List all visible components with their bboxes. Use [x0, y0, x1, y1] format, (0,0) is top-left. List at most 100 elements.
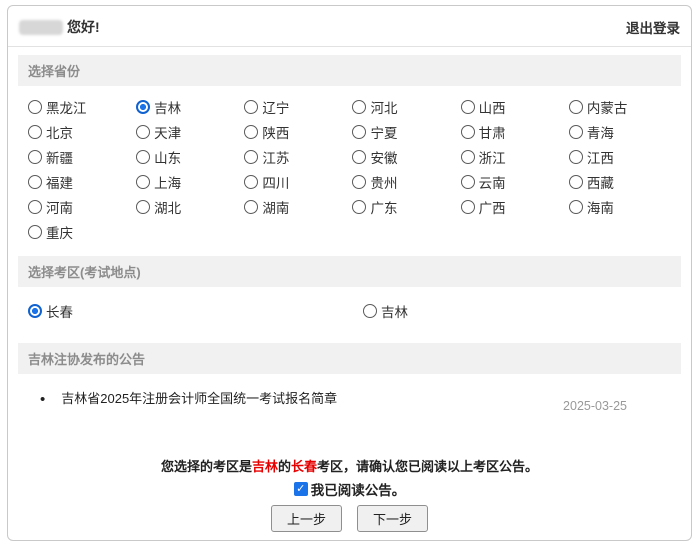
confirm-suffix: 考区，请确认您已阅读以上考区公告。: [317, 459, 538, 474]
radio-selected-icon[interactable]: [136, 100, 150, 114]
radio-icon[interactable]: [136, 125, 150, 139]
logout-link[interactable]: 退出登录: [626, 17, 680, 37]
radio-icon[interactable]: [244, 175, 258, 189]
user-greeting: 您好!: [19, 17, 100, 37]
province-option-label: 安徽: [370, 147, 397, 167]
next-step-button[interactable]: 下一步: [357, 505, 428, 532]
registration-card: 您好! 退出登录 选择省份 黑龙江吉林辽宁河北山西内蒙古北京天津陕西宁夏甘肃青海…: [7, 5, 692, 541]
province-option-label: 内蒙古: [587, 97, 628, 117]
radio-icon[interactable]: [569, 100, 583, 114]
radio-icon[interactable]: [244, 125, 258, 139]
footer-controls: 您选择的考区是吉林的长春考区，请确认您已阅读以上考区公告。 ✓ 我已阅读公告。 …: [8, 456, 691, 532]
radio-icon[interactable]: [461, 150, 475, 164]
province-option-18[interactable]: 福建: [28, 170, 136, 194]
province-option-label: 吉林: [154, 97, 181, 117]
province-option-14[interactable]: 江苏: [244, 145, 352, 169]
province-option-label: 广西: [479, 197, 506, 217]
radio-icon[interactable]: [136, 175, 150, 189]
province-option-20[interactable]: 四川: [244, 170, 352, 194]
province-option-2[interactable]: 辽宁: [244, 95, 352, 119]
province-option-label: 海南: [587, 197, 614, 217]
announcement-link[interactable]: 吉林省2025年注册会计师全国统一考试报名简章: [61, 391, 337, 408]
radio-icon[interactable]: [28, 175, 42, 189]
radio-icon[interactable]: [28, 125, 42, 139]
province-option-15[interactable]: 安徽: [352, 145, 460, 169]
radio-icon[interactable]: [569, 175, 583, 189]
radio-icon[interactable]: [136, 150, 150, 164]
province-option-23[interactable]: 西藏: [569, 170, 677, 194]
province-option-label: 新疆: [46, 147, 73, 167]
province-option-6[interactable]: 北京: [28, 120, 136, 144]
province-option-25[interactable]: 湖北: [136, 195, 244, 219]
province-option-label: 山东: [154, 147, 181, 167]
province-option-8[interactable]: 陕西: [244, 120, 352, 144]
radio-icon[interactable]: [352, 200, 366, 214]
province-option-1[interactable]: 吉林: [136, 95, 244, 119]
prev-step-button[interactable]: 上一步: [271, 505, 342, 532]
province-option-label: 贵州: [370, 172, 397, 192]
province-option-19[interactable]: 上海: [136, 170, 244, 194]
province-option-label: 天津: [154, 122, 181, 142]
radio-icon[interactable]: [244, 150, 258, 164]
province-option-28[interactable]: 广西: [461, 195, 569, 219]
greeting-text: 您好!: [67, 17, 100, 37]
confirm-city: 长春: [291, 459, 317, 474]
province-option-label: 陕西: [262, 122, 289, 142]
province-option-29[interactable]: 海南: [569, 195, 677, 219]
exam-area-option-1[interactable]: 吉林: [363, 299, 677, 323]
radio-icon[interactable]: [28, 200, 42, 214]
province-option-13[interactable]: 山东: [136, 145, 244, 169]
radio-icon[interactable]: [28, 100, 42, 114]
province-option-3[interactable]: 河北: [352, 95, 460, 119]
province-option-4[interactable]: 山西: [461, 95, 569, 119]
radio-icon[interactable]: [352, 100, 366, 114]
province-option-label: 河南: [46, 197, 73, 217]
radio-icon[interactable]: [28, 150, 42, 164]
radio-icon[interactable]: [136, 200, 150, 214]
radio-icon[interactable]: [461, 200, 475, 214]
province-option-5[interactable]: 内蒙古: [569, 95, 677, 119]
radio-icon[interactable]: [569, 125, 583, 139]
province-option-label: 广东: [370, 197, 397, 217]
confirm-message: 您选择的考区是吉林的长春考区，请确认您已阅读以上考区公告。: [8, 456, 691, 475]
province-option-10[interactable]: 甘肃: [461, 120, 569, 144]
radio-icon[interactable]: [461, 100, 475, 114]
radio-icon[interactable]: [569, 150, 583, 164]
radio-icon[interactable]: [352, 175, 366, 189]
province-option-11[interactable]: 青海: [569, 120, 677, 144]
confirm-province: 吉林: [252, 459, 278, 474]
province-option-30[interactable]: 重庆: [28, 220, 136, 244]
announcement-section-title: 吉林注协发布的公告: [18, 343, 681, 374]
province-option-label: 青海: [587, 122, 614, 142]
province-option-21[interactable]: 贵州: [352, 170, 460, 194]
province-option-label: 山西: [479, 97, 506, 117]
checkbox-checked-icon[interactable]: ✓: [294, 482, 308, 496]
province-option-label: 浙江: [479, 147, 506, 167]
province-option-label: 湖南: [262, 197, 289, 217]
province-option-27[interactable]: 广东: [352, 195, 460, 219]
radio-icon[interactable]: [352, 125, 366, 139]
province-option-7[interactable]: 天津: [136, 120, 244, 144]
read-announcement-checkbox-row[interactable]: ✓ 我已阅读公告。: [294, 479, 406, 499]
province-option-24[interactable]: 河南: [28, 195, 136, 219]
radio-icon[interactable]: [28, 225, 42, 239]
radio-selected-icon[interactable]: [28, 304, 42, 318]
province-section-title: 选择省份: [18, 55, 681, 86]
province-option-0[interactable]: 黑龙江: [28, 95, 136, 119]
radio-icon[interactable]: [569, 200, 583, 214]
province-option-16[interactable]: 浙江: [461, 145, 569, 169]
radio-icon[interactable]: [352, 150, 366, 164]
province-option-26[interactable]: 湖南: [244, 195, 352, 219]
exam-area-option-label: 长春: [46, 301, 73, 321]
radio-icon[interactable]: [244, 100, 258, 114]
radio-icon[interactable]: [244, 200, 258, 214]
province-option-17[interactable]: 江西: [569, 145, 677, 169]
radio-icon[interactable]: [461, 125, 475, 139]
province-option-12[interactable]: 新疆: [28, 145, 136, 169]
step-buttons: 上一步 下一步: [8, 505, 691, 532]
radio-icon[interactable]: [461, 175, 475, 189]
exam-area-option-0[interactable]: 长春: [28, 299, 363, 323]
province-option-9[interactable]: 宁夏: [352, 120, 460, 144]
radio-icon[interactable]: [363, 304, 377, 318]
province-option-22[interactable]: 云南: [461, 170, 569, 194]
